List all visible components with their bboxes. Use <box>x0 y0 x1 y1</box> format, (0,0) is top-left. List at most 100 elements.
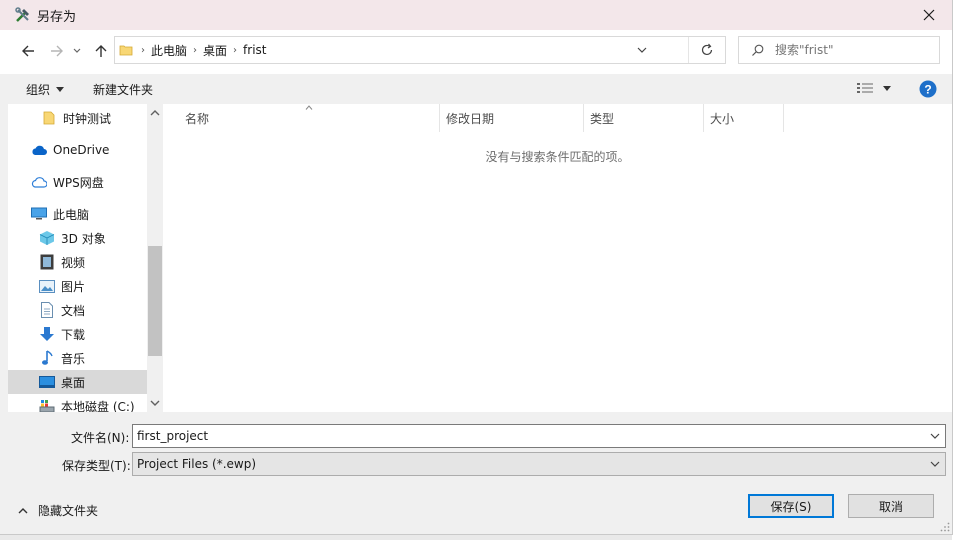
new-folder-label: 新建文件夹 <box>93 83 154 97</box>
pictures-icon <box>39 278 55 294</box>
filename-input[interactable] <box>133 428 919 444</box>
empty-results-message: 没有与搜索条件匹配的项。 <box>485 150 630 164</box>
breadcrumb-desktop[interactable]: 桌面 <box>203 42 227 59</box>
nav-item-clock-test[interactable]: 时钟测试 <box>8 106 147 130</box>
filename-field[interactable] <box>132 424 946 448</box>
organize-label: 组织 <box>26 83 51 97</box>
filetype-label: 保存类型(T): <box>62 459 131 473</box>
file-list[interactable]: 名称 修改日期 类型 大小 没有与搜索条件匹配的项。 <box>163 104 952 412</box>
nav-item-music[interactable]: 音乐 <box>8 346 147 370</box>
scrollbar-thumb[interactable] <box>148 246 162 356</box>
nav-item-3d-objects[interactable]: 3D 对象 <box>8 226 147 250</box>
column-header-label: 修改日期 <box>446 111 495 126</box>
nav-item-label: 下载 <box>61 327 86 342</box>
nav-item-local-disk-c[interactable]: 本地磁盘 (C:) <box>8 394 147 412</box>
background-window-edge <box>952 0 960 540</box>
column-header-size[interactable]: 大小 <box>704 104 784 132</box>
filename-history-dropdown[interactable] <box>929 430 941 442</box>
forward-button[interactable] <box>46 40 68 62</box>
column-header-label: 类型 <box>590 111 615 126</box>
filetype-value: Project Files (*.ewp) <box>137 457 257 471</box>
column-header-label: 名称 <box>185 111 210 126</box>
search-input[interactable] <box>775 43 925 57</box>
help-button[interactable]: ? <box>919 80 937 98</box>
nav-item-onedrive[interactable]: OneDrive <box>8 138 147 162</box>
computer-icon <box>31 206 47 222</box>
app-tools-icon <box>15 7 31 23</box>
nav-item-label: 桌面 <box>61 375 86 390</box>
up-button[interactable] <box>90 40 112 62</box>
filetype-dropdown[interactable] <box>929 458 941 470</box>
save-as-dialog: 另存为 › 此电脑 › 桌面 › frist 搜索"frist" 组织 新建文件… <box>0 0 953 535</box>
nav-item-documents[interactable]: 文档 <box>8 298 147 322</box>
new-folder-button[interactable]: 新建文件夹 <box>93 81 153 98</box>
refresh-button[interactable] <box>688 37 725 63</box>
column-header-name[interactable]: 名称 <box>163 104 440 132</box>
sort-ascending-icon <box>305 105 313 110</box>
svg-text:?: ? <box>924 83 931 97</box>
nav-item-label: 视频 <box>61 255 86 270</box>
nav-item-pictures[interactable]: 图片 <box>8 274 147 298</box>
caret-up-icon <box>18 507 28 513</box>
wps-cloud-icon <box>31 174 47 190</box>
nav-item-videos[interactable]: 视频 <box>8 250 147 274</box>
nav-item-label: 图片 <box>61 279 86 294</box>
folder-icon <box>119 43 135 57</box>
resize-grip-icon[interactable] <box>940 522 950 532</box>
chevron-down-icon <box>930 433 940 439</box>
nav-item-this-pc[interactable]: 此电脑 <box>8 202 147 226</box>
close-button[interactable] <box>906 0 952 30</box>
nav-item-label: 此电脑 <box>53 207 90 222</box>
arrow-up-icon <box>95 45 107 57</box>
nav-item-label: 文档 <box>61 303 86 318</box>
arrow-right-icon <box>51 45 63 57</box>
chevron-right-icon: › <box>193 44 198 56</box>
filetype-select[interactable]: Project Files (*.ewp) <box>132 452 946 476</box>
music-icon <box>39 350 55 366</box>
breadcrumb-this-pc[interactable]: 此电脑 <box>151 42 187 59</box>
command-bar: 组织 新建文件夹 ? <box>0 74 952 104</box>
nav-item-label: 音乐 <box>61 351 86 366</box>
hide-folders-label: 隐藏文件夹 <box>38 504 99 518</box>
organize-menu-button[interactable]: 组织 <box>26 81 65 98</box>
scroll-up-icon <box>150 110 160 116</box>
view-options-button[interactable] <box>857 82 891 94</box>
navigation-bar: › 此电脑 › 桌面 › frist <box>0 30 952 74</box>
breadcrumb-frist[interactable]: frist <box>243 43 266 57</box>
navigation-pane-scrollbar[interactable] <box>147 104 163 412</box>
nav-item-downloads[interactable]: 下载 <box>8 322 147 346</box>
3d-objects-icon <box>39 230 55 246</box>
video-icon <box>39 254 55 270</box>
address-history-dropdown[interactable] <box>629 37 655 63</box>
nav-item-label: 本地磁盘 (C:) <box>61 399 135 413</box>
address-bar[interactable]: › 此电脑 › 桌面 › frist <box>114 36 726 64</box>
chevron-right-icon: › <box>233 44 238 56</box>
chevron-right-icon: › <box>141 44 145 56</box>
close-icon <box>923 9 935 21</box>
folder-icon <box>41 110 57 126</box>
refresh-icon <box>701 43 713 56</box>
arrow-left-icon <box>22 45 34 57</box>
navigation-pane[interactable]: 时钟测试 OneDrive WPS网盘 此电脑 3D 对象 视频 图片 文档 下… <box>8 104 163 412</box>
back-button[interactable] <box>17 40 39 62</box>
nav-item-wps-cloud[interactable]: WPS网盘 <box>8 170 147 194</box>
recent-locations-button[interactable] <box>70 40 84 62</box>
window-title: 另存为 <box>37 9 77 25</box>
hide-folders-toggle[interactable]: 隐藏文件夹 <box>18 502 98 519</box>
nav-item-desktop[interactable]: 桌面 <box>8 370 147 394</box>
search-box[interactable] <box>738 36 940 64</box>
nav-item-label: WPS网盘 <box>53 175 104 190</box>
onedrive-cloud-icon <box>31 142 47 158</box>
column-header-type[interactable]: 类型 <box>584 104 704 132</box>
desktop-icon <box>39 374 55 390</box>
cancel-button[interactable]: 取消 <box>848 494 934 518</box>
chevron-down-icon <box>73 48 81 53</box>
column-header-label: 大小 <box>710 111 735 126</box>
documents-icon <box>39 302 55 318</box>
column-header-date-modified[interactable]: 修改日期 <box>440 104 584 132</box>
save-button[interactable]: 保存(S) <box>748 494 834 518</box>
drive-icon <box>39 398 55 412</box>
caret-down-icon <box>883 85 891 91</box>
nav-item-label: 时钟测试 <box>63 111 112 126</box>
save-options-panel: 文件名(N): 保存类型(T): Project Files (*.ewp) 隐… <box>0 412 952 534</box>
